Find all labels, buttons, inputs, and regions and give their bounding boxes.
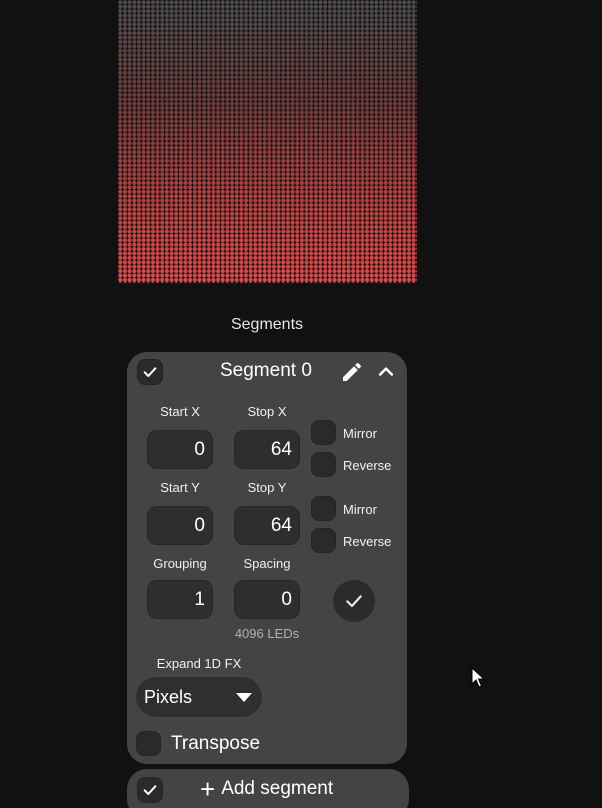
- stop-x-input[interactable]: 64: [234, 430, 300, 469]
- check-icon: [143, 367, 157, 377]
- led-matrix-preview: [118, 0, 417, 283]
- reverse-x-label: Reverse: [343, 458, 392, 473]
- grouping-input[interactable]: 1: [147, 580, 213, 619]
- segments-heading: Segments: [230, 316, 304, 333]
- mirror-y-checkbox[interactable]: [311, 496, 336, 521]
- spacing-label: Spacing: [243, 556, 291, 571]
- segment-select-checkbox[interactable]: [137, 359, 163, 385]
- expand-1d-fx-select[interactable]: Pixels: [136, 677, 262, 717]
- add-segment-label: Add segment: [221, 778, 334, 799]
- apply-segment-button[interactable]: [333, 580, 375, 622]
- start-x-input[interactable]: 0: [147, 430, 213, 469]
- transpose-checkbox[interactable]: [136, 731, 161, 756]
- mirror-y-label: Mirror: [343, 502, 377, 517]
- mouse-cursor-icon: [471, 667, 485, 688]
- stop-y-label: Stop Y: [247, 480, 287, 495]
- grouping-label: Grouping: [153, 556, 207, 571]
- add-segment-checkbox[interactable]: [137, 777, 163, 803]
- chevron-up-icon[interactable]: [376, 362, 396, 382]
- expand-1d-fx-label: Expand 1D FX: [156, 656, 242, 671]
- caret-down-icon: [236, 693, 252, 702]
- segments-page: Segments Segment 0 Start X Stop X 0 64 M…: [0, 0, 602, 808]
- led-count: 4096 LEDs: [234, 626, 300, 641]
- reverse-y-checkbox[interactable]: [311, 528, 336, 553]
- add-segment-button[interactable]: + Add segment: [200, 774, 334, 804]
- pencil-icon[interactable]: [340, 360, 364, 384]
- stop-y-input[interactable]: 64: [234, 506, 300, 545]
- mirror-x-label: Mirror: [343, 426, 377, 441]
- transpose-label: Transpose: [171, 733, 261, 754]
- segment-name: Segment 0: [220, 360, 312, 381]
- stop-x-label: Stop X: [247, 404, 287, 419]
- plus-icon: +: [200, 774, 216, 804]
- expand-1d-fx-value: Pixels: [144, 687, 193, 707]
- reverse-y-label: Reverse: [343, 534, 392, 549]
- check-icon: [143, 785, 157, 795]
- reverse-x-checkbox[interactable]: [311, 452, 336, 477]
- start-y-input[interactable]: 0: [147, 506, 213, 545]
- start-y-label: Start Y: [160, 480, 200, 495]
- spacing-input[interactable]: 0: [234, 580, 300, 619]
- check-icon: [346, 595, 362, 608]
- mirror-x-checkbox[interactable]: [311, 420, 336, 445]
- start-x-label: Start X: [160, 404, 200, 419]
